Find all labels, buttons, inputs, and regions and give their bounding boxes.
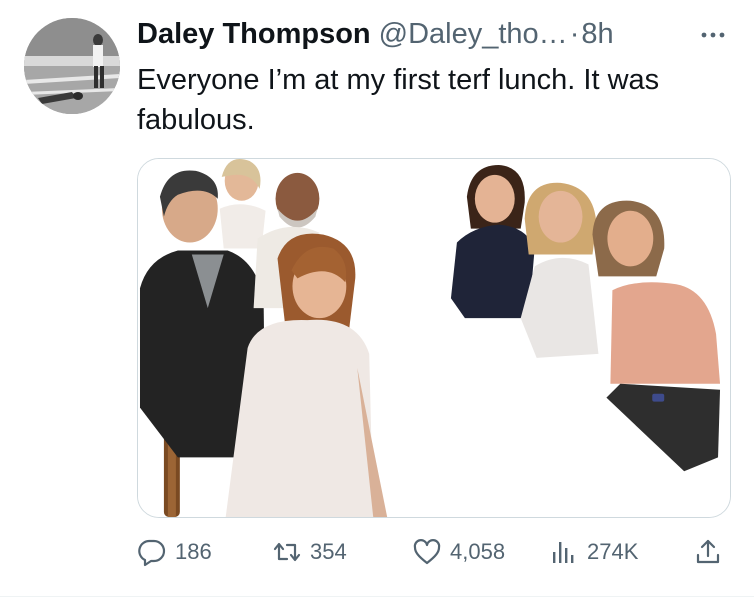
reply-bubble-icon <box>138 539 166 567</box>
share-button[interactable] <box>693 532 723 572</box>
like-count: 4,058 <box>450 539 506 564</box>
avatar-photo <box>24 18 120 114</box>
author-handle[interactable]: @Daley_tho… <box>379 18 568 51</box>
more-options-button[interactable] <box>696 22 730 48</box>
like-button[interactable]: 4,058 <box>412 532 505 572</box>
retweet-count: 354 <box>310 539 347 564</box>
tweet-card[interactable]: Daley Thompson @Daley_tho… · 8h Everyone… <box>0 0 754 600</box>
tweet-media-photo[interactable] <box>137 158 731 518</box>
tweet-header: Daley Thompson @Daley_tho… · 8h <box>137 16 614 52</box>
group-photo <box>138 159 730 517</box>
author-avatar[interactable] <box>24 18 120 114</box>
reply-count: 186 <box>175 539 212 564</box>
tweet-text: Everyone I’m at my first terf lunch. It … <box>137 64 660 136</box>
views-button[interactable]: 274K <box>549 532 638 572</box>
header-separator: · <box>569 17 580 50</box>
more-horizontal-icon <box>701 32 725 38</box>
heart-icon <box>413 539 441 565</box>
retweet-button[interactable]: 354 <box>272 532 347 572</box>
tweet-timestamp[interactable]: 8h <box>581 18 613 51</box>
retweet-icon <box>273 542 301 562</box>
views-bar-chart-icon <box>553 542 574 563</box>
share-upload-icon <box>696 539 720 564</box>
tweet-actions-bar: 186 354 4,058 274K <box>137 532 731 572</box>
view-count: 274K <box>587 539 639 564</box>
reply-button[interactable]: 186 <box>137 532 212 572</box>
tweet-divider <box>0 596 754 597</box>
author-display-name[interactable]: Daley Thompson <box>137 18 371 51</box>
